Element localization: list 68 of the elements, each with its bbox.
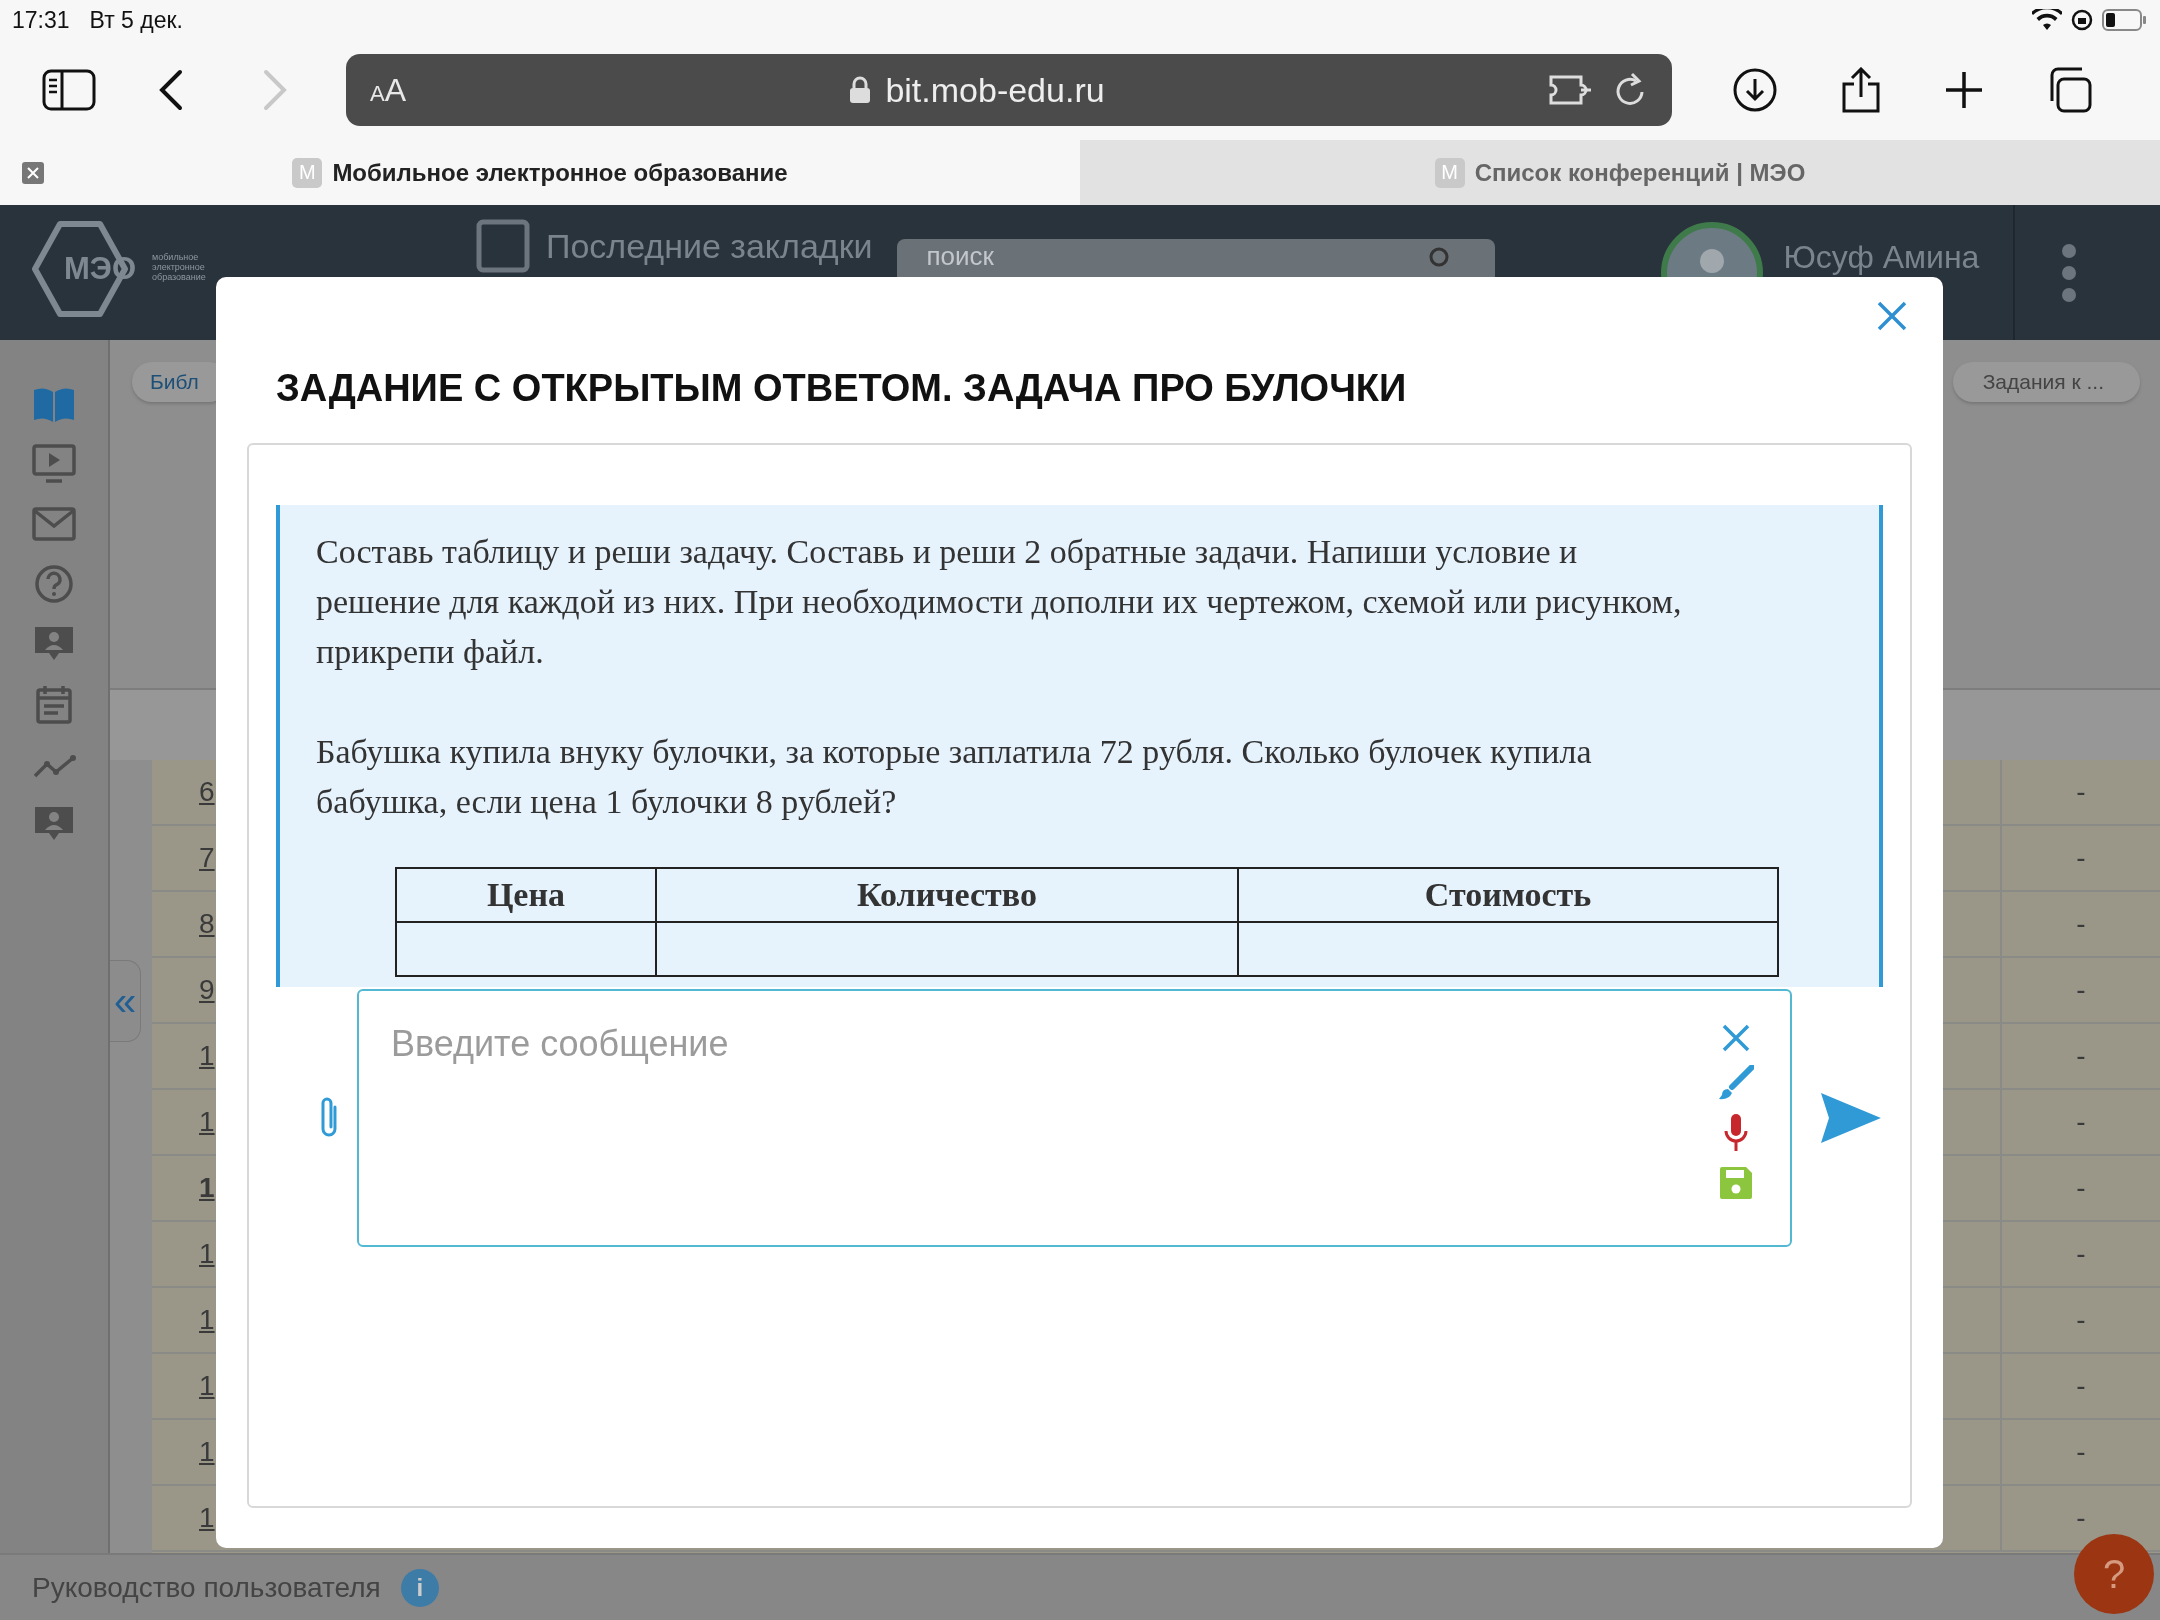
row-number-link[interactable]: 1 (199, 1370, 215, 1402)
extension-icon[interactable] (1548, 73, 1594, 107)
table-cell: - (2000, 1156, 2160, 1220)
table-cell: - (2000, 1222, 2160, 1286)
table-cell: - (2000, 958, 2160, 1022)
plus-icon[interactable] (1944, 70, 1984, 110)
row-number-link[interactable]: 1 (199, 1436, 215, 1468)
message-field[interactable]: Введите сообщение (356, 989, 1793, 1247)
back-icon[interactable] (158, 69, 184, 111)
task-paragraph: Бабушка купила внуку булочки, за которые заплатила 72 рубля. Сколько булочек купила бабушка, если цена 1 булочки 8 рублей? (316, 732, 1593, 822)
send-icon[interactable] (1819, 1091, 1883, 1145)
breadcrumb[interactable]: Задания к ... (1952, 362, 2140, 402)
share-icon[interactable] (1840, 67, 1882, 113)
table-cell: - (2000, 1090, 2160, 1154)
table-header-cell: Цена (396, 868, 656, 922)
wifi-icon (2032, 9, 2062, 31)
row-number-link[interactable]: 6 (199, 776, 215, 808)
sidebar-item[interactable] (32, 562, 76, 606)
bookmarks-link[interactable]: Последние закладки (546, 226, 873, 266)
bookmark-icon[interactable] (476, 219, 530, 273)
url-text: bit.mob-edu.ru (885, 70, 1105, 110)
clear-icon[interactable] (1721, 1023, 1752, 1053)
table-cell: - (2000, 826, 2160, 890)
text-size-button[interactable]: AA (370, 71, 407, 109)
empty-table-cell[interactable] (1238, 922, 1778, 976)
battery-icon (2102, 8, 2148, 32)
mail-icon (32, 504, 76, 544)
user-name[interactable]: Юсуф Амина (1783, 239, 1980, 276)
dialog-title: ЗАДАНИЕ С ОТКРЫТЫМ ОТВЕТОМ. ЗАДАЧА ПРО БУЛОЧКИ (276, 367, 1408, 411)
lock-icon (849, 76, 872, 104)
tab-title: Список конференций | МЭО (1474, 158, 1806, 187)
row-number-link[interactable]: 1 (199, 1304, 215, 1336)
close-tab-icon[interactable] (22, 162, 44, 184)
address-bar[interactable]: AA bit.mob-edu.ru (346, 54, 1672, 126)
row-number-link[interactable]: 1 (199, 1502, 215, 1534)
table-cell: - (2000, 1288, 2160, 1352)
table-cell: - (2000, 1420, 2160, 1484)
rotation-lock-icon (2070, 8, 2094, 32)
save-icon[interactable] (1718, 1165, 1755, 1201)
task-paragraph: Составь таблицу и реши задачу. Составь и реши 2 обратные задачи. Напиши условие и решение для каждой из них. При необходимости дополни их чертежом, схемой или рисунком, прикрепи файл. (316, 532, 1683, 672)
row-number-link[interactable]: 1 (199, 1106, 215, 1138)
table-header-cell: Количество (656, 868, 1238, 922)
row-number-link[interactable]: 1 (199, 1040, 215, 1072)
table-cell: - (2000, 760, 2160, 824)
row-number-link[interactable]: 8 (199, 908, 215, 940)
row-number-link[interactable]: 9 (199, 974, 215, 1006)
table-cell: - (2000, 1354, 2160, 1418)
table-cell: - (2000, 892, 2160, 956)
help-icon (32, 564, 76, 604)
row-number-link[interactable]: 7 (199, 842, 215, 874)
info-button[interactable]: i (400, 1568, 439, 1607)
empty-table-cell[interactable] (656, 922, 1238, 976)
close-icon[interactable] (1876, 300, 1908, 332)
empty-table-cell[interactable] (396, 922, 656, 976)
table-header-cell: Стоимость (1238, 868, 1778, 922)
row-number-link[interactable]: 1 (199, 1238, 215, 1270)
table-cell: - (2000, 1024, 2160, 1088)
video-icon (32, 444, 76, 484)
status-time: 17:31 (12, 6, 70, 34)
collapse-sidebar-button[interactable]: « (110, 960, 141, 1042)
logo-caption: мобильное электронное образование (152, 253, 207, 283)
sidebar-item[interactable] (32, 442, 76, 486)
brush-icon[interactable] (1718, 1065, 1755, 1101)
user-guide-link[interactable]: Руководство пользователя (32, 1571, 381, 1604)
tab-title: Мобильное электронное образование (332, 158, 788, 187)
download-icon[interactable] (1732, 67, 1778, 113)
row-number-link[interactable]: 1 (199, 1172, 215, 1204)
status-date: Вт 5 дек. (89, 6, 183, 34)
